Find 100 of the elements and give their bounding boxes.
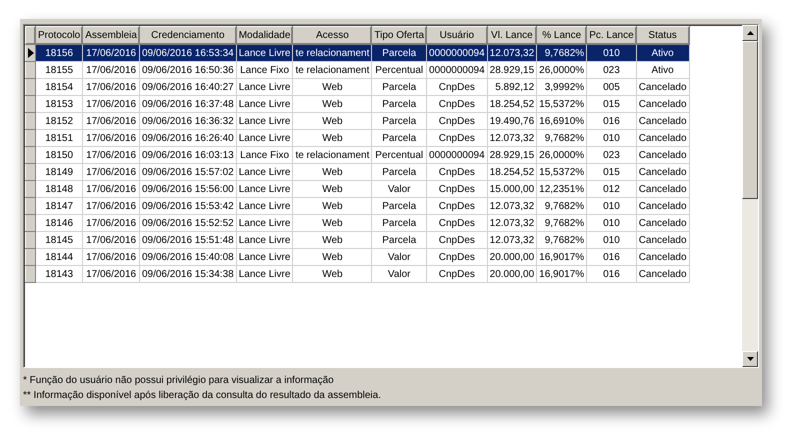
table-cell: Parcela: [372, 44, 427, 62]
table-cell: 17/06/2016: [82, 164, 140, 180]
table-cell: Cancelado: [636, 266, 689, 282]
table-cell: Lance Livre: [236, 130, 293, 146]
up-arrow-icon: [746, 31, 754, 35]
table-cell: 18146: [36, 214, 83, 232]
table-cell: 09/06/2016 16:53:34: [139, 44, 236, 62]
table-cell: Lance Livre: [236, 198, 293, 214]
table-cell: Cancelado: [636, 78, 689, 96]
table-cell: 18156: [36, 44, 83, 62]
table-cell: 26,0000%: [536, 146, 587, 164]
table-cell: 010: [586, 130, 636, 146]
table-cell: 010: [586, 198, 636, 214]
column-header[interactable]: Status: [636, 26, 689, 44]
table-cell: 3,9992%: [536, 78, 587, 96]
table-cell: Percentual: [372, 62, 427, 78]
table-cell: CnpDes: [426, 180, 488, 198]
table-cell: 28.929,15: [487, 146, 537, 164]
table-cell: 20.000,00: [487, 248, 537, 266]
table-cell: 09/06/2016 15:52:52: [139, 214, 236, 232]
table-cell: 016: [586, 266, 636, 282]
table-cell: 12.073,32: [487, 44, 537, 62]
table-cell: 18152: [36, 112, 83, 130]
row-indicator[interactable]: [26, 44, 36, 62]
table-cell: te relacionament: [292, 146, 372, 164]
table-cell: 16,9017%: [536, 266, 587, 282]
table-cell: 015: [586, 96, 636, 112]
table-cell: CnpDes: [426, 248, 488, 266]
table-cell: 17/06/2016: [82, 44, 140, 62]
table-cell: 010: [586, 214, 636, 232]
table-cell: 09/06/2016 15:56:00: [139, 180, 236, 198]
table-cell: Cancelado: [636, 130, 689, 146]
table-cell: Lance Livre: [236, 248, 293, 266]
scroll-up-button[interactable]: [742, 25, 758, 41]
table-cell: 010: [586, 232, 636, 248]
column-header[interactable]: Acesso: [292, 26, 372, 44]
column-header[interactable]: Vl. Lance: [487, 26, 537, 44]
current-row-icon: [28, 48, 34, 58]
table-cell: 0000000094: [426, 44, 488, 62]
column-header[interactable]: Usuário: [426, 26, 488, 44]
table-cell: Lance Livre: [236, 164, 293, 180]
table-cell: 012: [586, 180, 636, 198]
table-cell: Lance Livre: [236, 78, 293, 96]
table-cell: Web: [292, 266, 372, 282]
table-cell: 12.073,32: [487, 232, 537, 248]
table-cell: Lance Fixo: [236, 62, 293, 78]
table-cell: Web: [292, 130, 372, 146]
table-cell: 09/06/2016 16:40:27: [139, 78, 236, 96]
table-cell: 18147: [36, 198, 83, 214]
column-header[interactable]: Modalidade: [236, 26, 293, 44]
table-cell: 18154: [36, 78, 83, 96]
table-cell: Cancelado: [636, 112, 689, 130]
column-header[interactable]: Assembleia: [82, 26, 140, 44]
table-cell: Cancelado: [636, 146, 689, 164]
table-cell: 17/06/2016: [82, 198, 140, 214]
table-cell: 12.073,32: [487, 198, 537, 214]
table-cell: 010: [586, 44, 636, 62]
table-cell: Lance Livre: [236, 180, 293, 198]
table-cell: Web: [292, 180, 372, 198]
table-cell: Web: [292, 198, 372, 214]
table-cell: Lance Livre: [236, 232, 293, 248]
table-cell: Lance Livre: [236, 112, 293, 130]
table-cell: CnpDes: [426, 232, 488, 248]
scroll-thumb[interactable]: [742, 41, 758, 199]
table-cell: 005: [586, 78, 636, 96]
table-cell: 16,6910%: [536, 112, 587, 130]
table-cell: 9,7682%: [536, 130, 587, 146]
table-cell: Web: [292, 96, 372, 112]
table-cell: 17/06/2016: [82, 180, 140, 198]
column-header[interactable]: Pc. Lance: [586, 26, 636, 44]
table-cell: Web: [292, 78, 372, 96]
table-cell: 9,7682%: [536, 198, 587, 214]
column-header[interactable]: % Lance: [536, 26, 587, 44]
down-arrow-icon: [746, 357, 754, 361]
table-cell: CnpDes: [426, 112, 488, 130]
table-cell: 15.000,00: [487, 180, 537, 198]
table-cell: te relacionament: [292, 44, 372, 62]
table-cell: Parcela: [372, 112, 427, 130]
table-cell: Valor: [372, 248, 427, 266]
table-cell: 15,5372%: [536, 96, 587, 112]
table-cell: 12.073,32: [487, 130, 537, 146]
table-cell: 09/06/2016 16:36:32: [139, 112, 236, 130]
table-cell: 016: [586, 248, 636, 266]
table-cell: Cancelado: [636, 198, 689, 214]
table-cell: Parcela: [372, 232, 427, 248]
table-cell: 09/06/2016 15:53:42: [139, 198, 236, 214]
column-header[interactable]: Protocolo: [36, 26, 83, 44]
scrollbar[interactable]: [742, 25, 758, 367]
table-cell: 19.490,76: [487, 112, 537, 130]
table-cell: Cancelado: [636, 164, 689, 180]
footnote: * Função do usuário não possui privilégio para visualizar a informação: [23, 374, 335, 388]
table-cell: 18.254,52: [487, 164, 537, 180]
table-cell: Cancelado: [636, 248, 689, 266]
table-cell: 17/06/2016: [82, 130, 140, 146]
column-header[interactable]: Credenciamento: [139, 26, 236, 44]
table-cell: 20.000,00: [487, 266, 537, 282]
table-cell: 17/06/2016: [82, 112, 140, 130]
column-header[interactable]: Tipo Oferta: [372, 26, 427, 44]
table-cell: 18143: [36, 266, 83, 282]
scroll-down-button[interactable]: [742, 351, 758, 367]
